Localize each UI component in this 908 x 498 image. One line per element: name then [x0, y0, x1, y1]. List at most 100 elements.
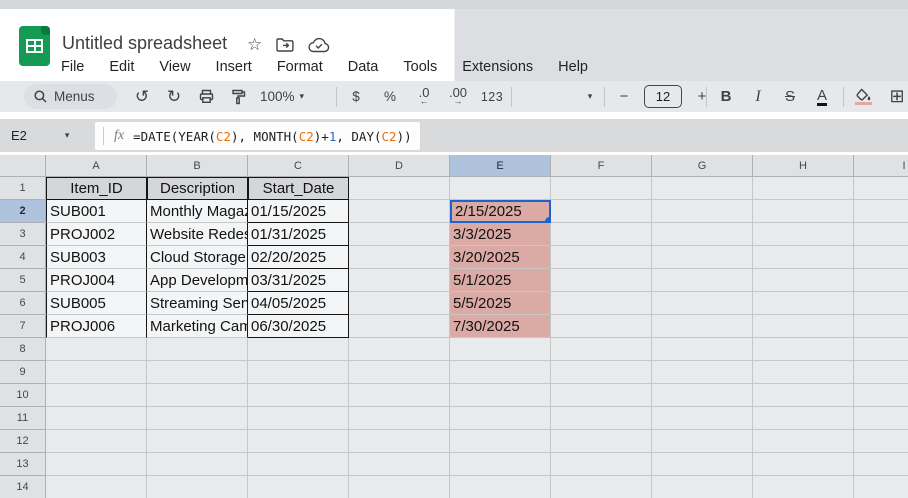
cell-I7[interactable] [854, 315, 908, 338]
cell-D13[interactable] [349, 453, 450, 476]
cell-A13[interactable] [46, 453, 147, 476]
search-menus-button[interactable]: Menus [24, 84, 117, 109]
cell-A8[interactable] [46, 338, 147, 361]
column-header-B[interactable]: B [147, 155, 248, 177]
cell-I8[interactable] [854, 338, 908, 361]
column-header-H[interactable]: H [753, 155, 854, 177]
cell-A10[interactable] [46, 384, 147, 407]
menu-insert[interactable]: Insert [216, 59, 252, 75]
borders-button[interactable]: ⊞ [885, 84, 908, 110]
print-button[interactable] [194, 84, 218, 110]
cell-C11[interactable] [248, 407, 349, 430]
zoom-select[interactable]: 100%▾ [258, 84, 306, 110]
cell-I2[interactable] [854, 200, 908, 223]
cell-H6[interactable] [753, 292, 854, 315]
cell-A5[interactable]: PROJ004 [46, 269, 147, 292]
cloud-saved-icon[interactable] [308, 38, 330, 53]
cell-E9[interactable] [450, 361, 551, 384]
cell-E10[interactable] [450, 384, 551, 407]
cell-A12[interactable] [46, 430, 147, 453]
cell-B1[interactable]: Description [147, 177, 248, 200]
menu-data[interactable]: Data [348, 59, 379, 75]
cell-D11[interactable] [349, 407, 450, 430]
column-header-G[interactable]: G [652, 155, 753, 177]
cell-G1[interactable] [652, 177, 753, 200]
text-color-button[interactable]: A [810, 84, 834, 110]
sheets-logo-icon[interactable] [19, 26, 50, 66]
menu-format[interactable]: Format [277, 59, 323, 75]
cell-E4[interactable]: 3/20/2025 [450, 246, 551, 269]
cell-G6[interactable] [652, 292, 753, 315]
cell-A11[interactable] [46, 407, 147, 430]
bold-button[interactable]: B [714, 84, 738, 110]
cell-D7[interactable] [349, 315, 450, 338]
font-size-input[interactable]: 12 [644, 85, 682, 108]
cell-D2[interactable] [349, 200, 450, 223]
row-header-11[interactable]: 11 [0, 407, 46, 430]
cell-F13[interactable] [551, 453, 652, 476]
cell-A9[interactable] [46, 361, 147, 384]
menu-help[interactable]: Help [558, 59, 588, 75]
menu-file[interactable]: File [61, 59, 84, 75]
row-header-3[interactable]: 3 [0, 223, 46, 246]
cell-G12[interactable] [652, 430, 753, 453]
cell-I13[interactable] [854, 453, 908, 476]
cell-F9[interactable] [551, 361, 652, 384]
row-header-5[interactable]: 5 [0, 269, 46, 292]
cell-B12[interactable] [147, 430, 248, 453]
cell-H14[interactable] [753, 476, 854, 498]
cell-B10[interactable] [147, 384, 248, 407]
cell-D8[interactable] [349, 338, 450, 361]
cell-B11[interactable] [147, 407, 248, 430]
cell-E13[interactable] [450, 453, 551, 476]
redo-button[interactable]: ↻ [162, 84, 186, 110]
formula-input-area[interactable]: fx =DATE(YEAR(C2), MONTH(C2)+1, DAY(C2)) [95, 122, 420, 150]
cell-H2[interactable] [753, 200, 854, 223]
cell-C9[interactable] [248, 361, 349, 384]
cell-I1[interactable] [854, 177, 908, 200]
cell-E7[interactable]: 7/30/2025 [450, 315, 551, 338]
decrease-font-size-button[interactable]: − [612, 84, 636, 110]
row-header-13[interactable]: 13 [0, 453, 46, 476]
row-header-2[interactable]: 2 [0, 200, 46, 223]
cell-A2[interactable]: SUB001 [46, 200, 147, 223]
row-header-14[interactable]: 14 [0, 476, 46, 498]
cell-F5[interactable] [551, 269, 652, 292]
menu-extensions[interactable]: Extensions [462, 59, 533, 75]
column-header-A[interactable]: A [46, 155, 147, 177]
cell-G3[interactable] [652, 223, 753, 246]
cell-C5[interactable]: 03/31/2025 [248, 269, 349, 292]
cell-F11[interactable] [551, 407, 652, 430]
cell-I14[interactable] [854, 476, 908, 498]
row-header-1[interactable]: 1 [0, 177, 46, 200]
cell-C8[interactable] [248, 338, 349, 361]
column-header-F[interactable]: F [551, 155, 652, 177]
cell-I5[interactable] [854, 269, 908, 292]
cell-G2[interactable] [652, 200, 753, 223]
row-header-7[interactable]: 7 [0, 315, 46, 338]
cell-C6[interactable]: 04/05/2025 [248, 292, 349, 315]
format-percent-button[interactable]: % [378, 84, 402, 110]
cell-D3[interactable] [349, 223, 450, 246]
star-icon[interactable]: ☆ [247, 35, 262, 55]
italic-button[interactable]: I [746, 84, 770, 110]
cell-F8[interactable] [551, 338, 652, 361]
cell-H3[interactable] [753, 223, 854, 246]
cell-E11[interactable] [450, 407, 551, 430]
font-family-select[interactable]: ▾ [578, 84, 602, 110]
cell-H5[interactable] [753, 269, 854, 292]
column-header-D[interactable]: D [349, 155, 450, 177]
cell-E8[interactable] [450, 338, 551, 361]
cell-C10[interactable] [248, 384, 349, 407]
cell-C7[interactable]: 06/30/2025 [248, 315, 349, 338]
cell-E5[interactable]: 5/1/2025 [450, 269, 551, 292]
cell-F3[interactable] [551, 223, 652, 246]
cell-E6[interactable]: 5/5/2025 [450, 292, 551, 315]
cell-D9[interactable] [349, 361, 450, 384]
cell-G11[interactable] [652, 407, 753, 430]
cell-B2[interactable]: Monthly Magazine [147, 200, 248, 223]
move-to-folder-icon[interactable] [276, 38, 294, 52]
row-header-9[interactable]: 9 [0, 361, 46, 384]
row-header-4[interactable]: 4 [0, 246, 46, 269]
increase-decimal-button[interactable]: .00→ [446, 84, 470, 110]
